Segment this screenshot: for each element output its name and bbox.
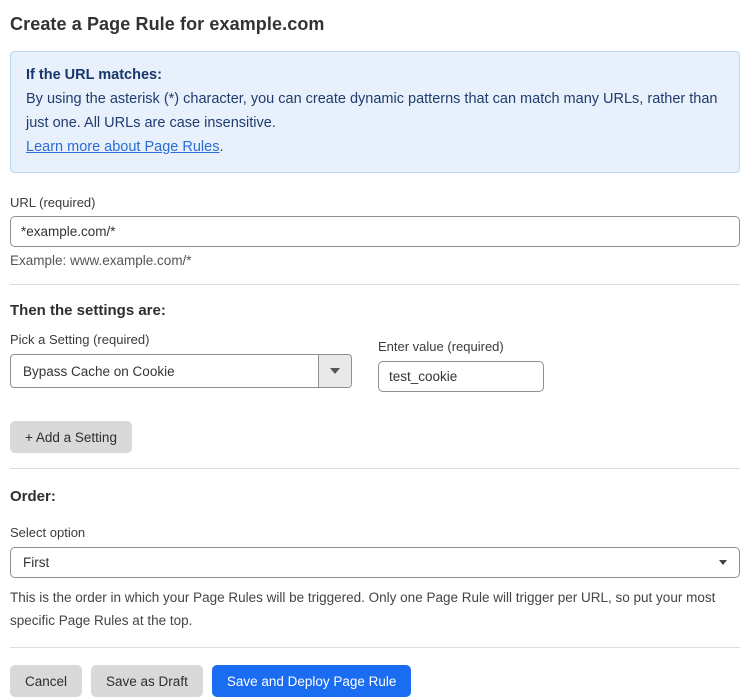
page-title: Create a Page Rule for example.com — [10, 14, 740, 35]
add-setting-button[interactable]: + Add a Setting — [10, 421, 132, 453]
url-input[interactable] — [10, 216, 740, 247]
settings-row: Pick a Setting (required) Bypass Cache o… — [10, 332, 740, 392]
learn-more-link[interactable]: Learn more about Page Rules — [26, 139, 219, 155]
chevron-down-icon — [330, 368, 340, 374]
enter-value-label: Enter value (required) — [378, 339, 544, 354]
divider — [10, 284, 740, 285]
setting-dropdown-arrow-button[interactable] — [318, 355, 351, 387]
save-and-deploy-button[interactable]: Save and Deploy Page Rule — [212, 665, 412, 697]
url-matches-info-box: If the URL matches: By using the asteris… — [10, 51, 740, 173]
order-select-value: First — [23, 555, 719, 570]
setting-value-column: Enter value (required) — [378, 339, 544, 392]
setting-dropdown[interactable]: Bypass Cache on Cookie — [10, 354, 352, 388]
cancel-button[interactable]: Cancel — [10, 665, 82, 697]
link-period: . — [219, 139, 223, 155]
setting-picker-column: Pick a Setting (required) Bypass Cache o… — [10, 332, 352, 388]
chevron-down-icon — [719, 560, 727, 565]
setting-value-input[interactable] — [378, 361, 544, 392]
create-page-rule-form: Create a Page Rule for example.com If th… — [0, 0, 750, 688]
pick-setting-label: Pick a Setting (required) — [10, 332, 352, 347]
url-label: URL (required) — [10, 195, 740, 210]
select-option-label: Select option — [10, 525, 740, 540]
order-section-heading: Order: — [10, 488, 740, 505]
info-box-body: By using the asterisk (*) character, you… — [26, 87, 724, 135]
footer-actions: Cancel Save as Draft Save and Deploy Pag… — [10, 665, 740, 697]
info-box-link-line: Learn more about Page Rules. — [26, 135, 724, 159]
setting-dropdown-value: Bypass Cache on Cookie — [11, 355, 318, 387]
info-box-heading: If the URL matches: — [26, 63, 724, 87]
divider — [10, 647, 740, 648]
order-select[interactable]: First — [10, 547, 740, 578]
settings-section-heading: Then the settings are: — [10, 302, 740, 319]
order-helper-text: This is the order in which your Page Rul… — [10, 586, 740, 632]
divider — [10, 468, 740, 469]
url-helper-text: Example: www.example.com/* — [10, 253, 740, 268]
save-as-draft-button[interactable]: Save as Draft — [91, 665, 203, 697]
